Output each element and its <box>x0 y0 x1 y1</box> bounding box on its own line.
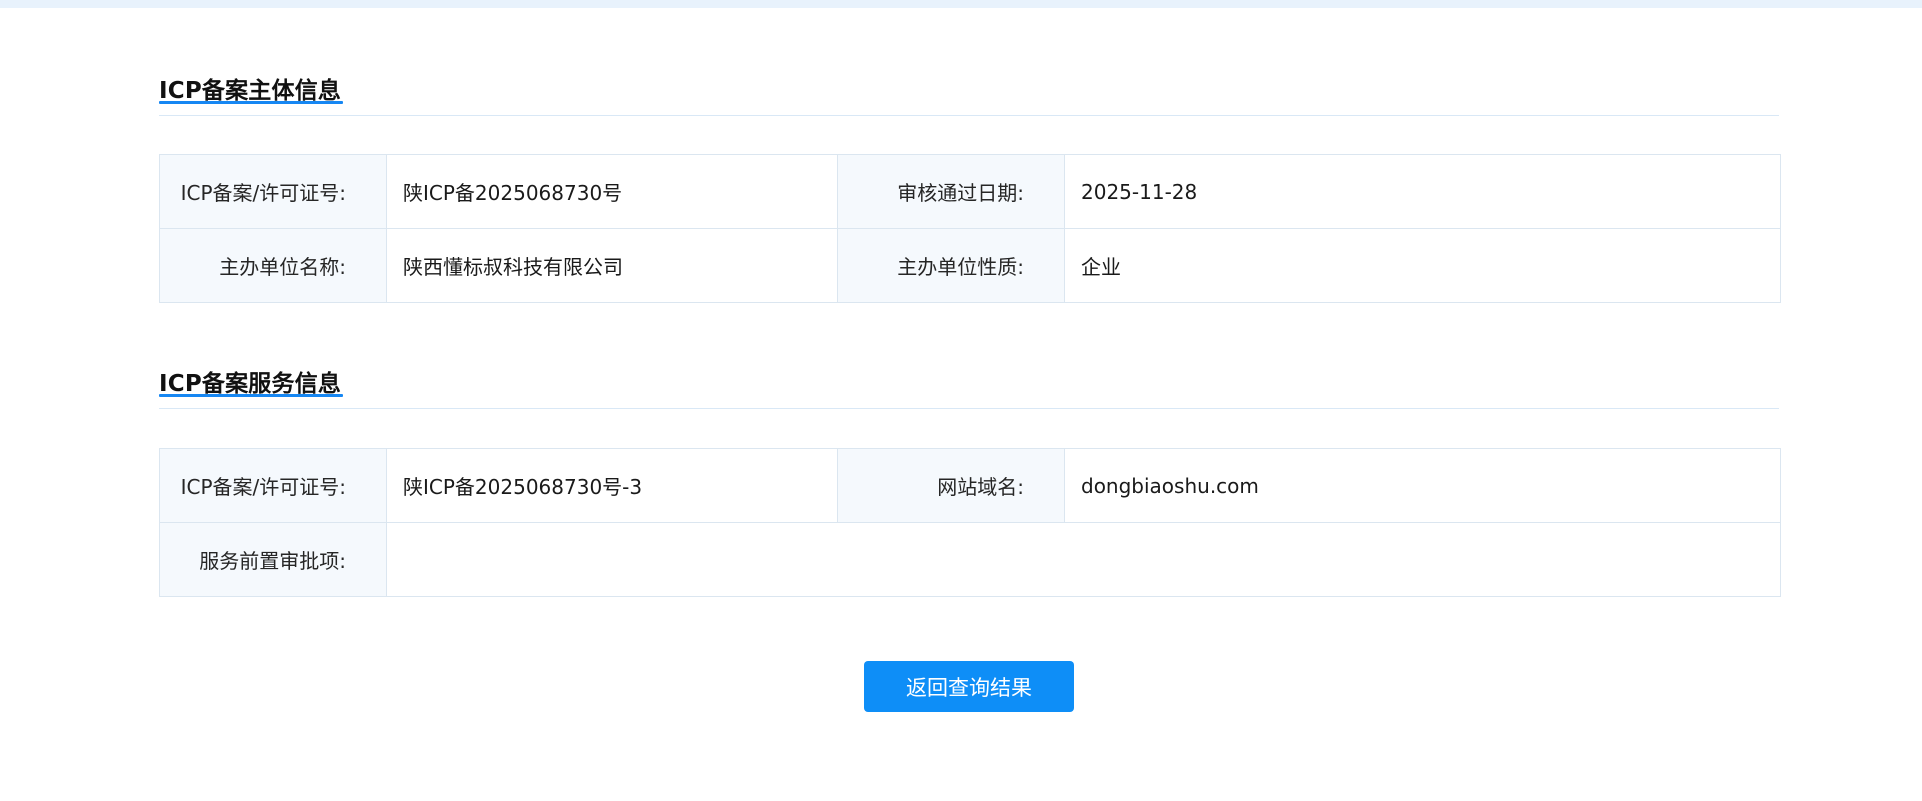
website-domain-label: 网站域名: <box>837 448 1065 523</box>
approval-date-label: 审核通过日期: <box>837 154 1065 229</box>
section-title-underline <box>159 101 343 104</box>
website-domain-value: dongbiaoshu.com <box>1064 448 1781 523</box>
table-row: ICP备案/许可证号: 陕ICP备2025068730号 审核通过日期: 202… <box>159 154 1781 229</box>
organizer-name-value: 陕西懂标叔科技有限公司 <box>386 228 838 303</box>
license-number-label: ICP备案/许可证号: <box>159 154 387 229</box>
return-to-results-button[interactable]: 返回查询结果 <box>864 661 1074 712</box>
pre-approval-label: 服务前置审批项: <box>159 522 387 597</box>
section-title-service: ICP备案服务信息 <box>159 371 342 397</box>
service-license-label: ICP备案/许可证号: <box>159 448 387 523</box>
table-row: 主办单位名称: 陕西懂标叔科技有限公司 主办单位性质: 企业 <box>159 228 1781 303</box>
pre-approval-value <box>386 522 1781 597</box>
section-header-subject: ICP备案主体信息 <box>159 65 1779 116</box>
approval-date-value: 2025-11-28 <box>1064 154 1781 229</box>
table-row: 服务前置审批项: <box>159 522 1781 597</box>
subject-info-table: ICP备案/许可证号: 陕ICP备2025068730号 审核通过日期: 202… <box>159 154 1781 303</box>
section-header-service: ICP备案服务信息 <box>159 358 1779 409</box>
organizer-type-value: 企业 <box>1064 228 1781 303</box>
table-row: ICP备案/许可证号: 陕ICP备2025068730号-3 网站域名: don… <box>159 448 1781 523</box>
section-title-subject: ICP备案主体信息 <box>159 78 342 104</box>
section-title-underline <box>159 394 343 397</box>
service-info-table: ICP备案/许可证号: 陕ICP备2025068730号-3 网站域名: don… <box>159 448 1781 597</box>
organizer-type-label: 主办单位性质: <box>837 228 1065 303</box>
service-license-value: 陕ICP备2025068730号-3 <box>386 448 838 523</box>
license-number-value: 陕ICP备2025068730号 <box>386 154 838 229</box>
organizer-name-label: 主办单位名称: <box>159 228 387 303</box>
top-strip <box>0 0 1922 8</box>
